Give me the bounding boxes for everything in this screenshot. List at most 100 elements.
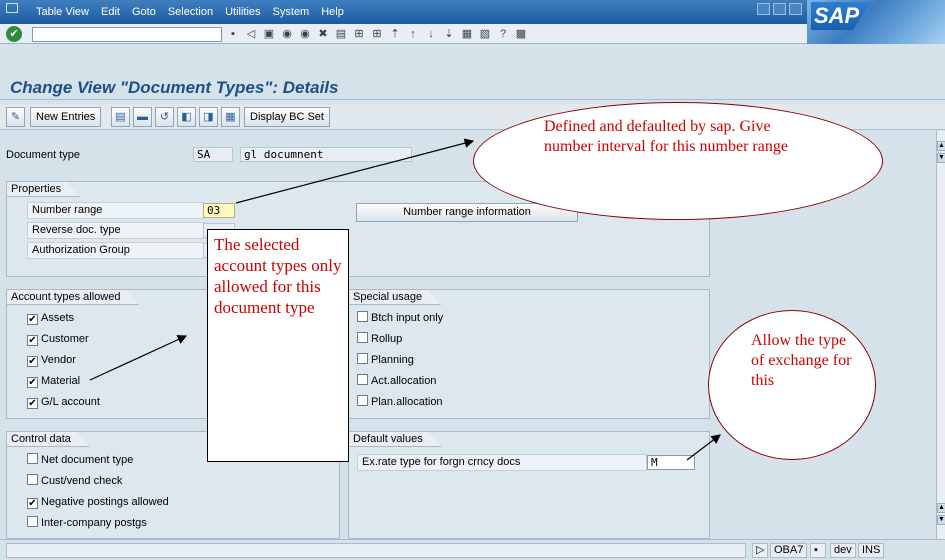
negative-postings-label: Negative postings allowed: [41, 496, 169, 508]
act-allocation-checkbox[interactable]: [357, 374, 368, 385]
authorization-group-label: Authorization Group: [27, 242, 204, 259]
scroll-down-page-icon[interactable]: ▲: [937, 503, 945, 513]
command-field[interactable]: [32, 27, 222, 42]
number-range-label: Number range: [27, 202, 204, 219]
minimize-icon[interactable]: [757, 3, 770, 15]
inter-company-checkbox[interactable]: [27, 516, 38, 527]
scroll-down-icon[interactable]: ▼: [937, 515, 945, 525]
special-usage-group: Special usage Btch input only Rollup Pla…: [348, 289, 710, 419]
checkbox-act-allocation[interactable]: Act.allocation: [357, 373, 436, 389]
menu-utilities[interactable]: Utilities: [225, 6, 260, 18]
first-page-icon[interactable]: ⇡: [388, 27, 402, 41]
menu-system[interactable]: System: [273, 6, 310, 18]
checkbox-cust-vend-check[interactable]: Cust/vend check: [27, 473, 122, 489]
cust-vend-check-checkbox[interactable]: [27, 474, 38, 485]
checkbox-negative-postings[interactable]: ✔ Negative postings allowed: [27, 494, 169, 510]
checkbox-material[interactable]: ✔ Material: [27, 373, 80, 389]
menu-goto[interactable]: Goto: [132, 6, 156, 18]
checkbox-customer[interactable]: ✔ Customer: [27, 331, 89, 347]
status-triangle-icon[interactable]: ▷: [752, 543, 768, 558]
system-menu-icon[interactable]: [6, 3, 18, 13]
find-icon[interactable]: ⊞: [352, 27, 366, 41]
menu-help[interactable]: Help: [321, 6, 344, 18]
batch-input-checkbox[interactable]: [357, 311, 368, 322]
document-type-description[interactable]: gl documnent: [240, 147, 412, 162]
find-next-icon[interactable]: ⊞: [370, 27, 384, 41]
menu-table-view[interactable]: Table View: [36, 6, 89, 18]
reverse-doc-type-label: Reverse doc. type: [27, 222, 204, 239]
new-entries-button[interactable]: New Entries: [30, 107, 102, 127]
special-usage-title: Special usage: [348, 289, 441, 305]
checkbox-inter-company[interactable]: Inter-company postgs: [27, 515, 147, 531]
previous-page-icon[interactable]: ↑: [406, 27, 420, 41]
menu-selection[interactable]: Selection: [168, 6, 213, 18]
customer-checkbox[interactable]: ✔: [27, 335, 38, 346]
checkbox-net-document-type[interactable]: Net document type: [27, 452, 133, 468]
variable-list-icon[interactable]: ▦: [221, 107, 240, 127]
display-change-icon[interactable]: ✎: [6, 107, 25, 127]
rollup-checkbox[interactable]: [357, 332, 368, 343]
cancel-icon[interactable]: ✖: [316, 27, 330, 41]
scroll-up-page-icon[interactable]: ▼: [937, 153, 945, 163]
checkbox-gl-account[interactable]: ✔ G/L account: [27, 394, 100, 410]
planning-label: Planning: [371, 354, 414, 366]
print-icon[interactable]: ▤: [334, 27, 348, 41]
scroll-up-icon[interactable]: ▲: [937, 141, 945, 151]
checkbox-assets[interactable]: ✔ Assets: [27, 310, 74, 326]
checkbox-vendor[interactable]: ✔ Vendor: [27, 352, 76, 368]
customer-label: Customer: [41, 333, 89, 345]
status-bar: ▷ OBA7 ▪ dev INS: [0, 539, 945, 560]
vertical-scrollbar[interactable]: ▲ ▼ ▲ ▼: [936, 131, 945, 539]
number-range-note: Defined and defaulted by sap. Give numbe…: [473, 102, 883, 220]
sap-logo-text: SAP: [811, 2, 871, 30]
checkbox-batch-input[interactable]: Btch input only: [357, 310, 443, 326]
new-session-icon[interactable]: ▦: [460, 27, 474, 41]
last-page-icon[interactable]: ⇣: [442, 27, 456, 41]
vendor-checkbox[interactable]: ✔: [27, 356, 38, 367]
page-title: Change View "Document Types": Details: [10, 78, 339, 97]
planning-checkbox[interactable]: [357, 353, 368, 364]
checkbox-rollup[interactable]: Rollup: [357, 331, 402, 347]
material-checkbox[interactable]: ✔: [27, 377, 38, 388]
prev-icon[interactable]: ◁: [244, 27, 258, 41]
checkbox-planning[interactable]: Planning: [357, 352, 414, 368]
rollup-label: Rollup: [371, 333, 403, 345]
properties-title: Properties: [6, 181, 80, 197]
undo-icon[interactable]: ↺: [155, 107, 174, 127]
ex-rate-type-field[interactable]: M: [647, 455, 695, 470]
save-icon[interactable]: ▣: [262, 27, 276, 41]
menu: Table View Edit Goto Selection Utilities…: [36, 6, 344, 18]
assets-checkbox[interactable]: ✔: [27, 314, 38, 325]
next-entry-icon[interactable]: ◨: [199, 107, 218, 127]
gl-account-checkbox[interactable]: ✔: [27, 398, 38, 409]
exit-icon[interactable]: ◉: [298, 27, 312, 41]
control-data-title: Control data: [6, 431, 90, 447]
next-page-icon[interactable]: ↓: [424, 27, 438, 41]
maximize-icon[interactable]: [773, 3, 786, 15]
number-range-field[interactable]: 03: [203, 203, 235, 218]
help-icon[interactable]: ?: [496, 27, 510, 41]
layout-icon[interactable]: ▩: [514, 27, 528, 41]
delete-icon[interactable]: ▬: [133, 107, 152, 127]
previous-entry-icon[interactable]: ◧: [177, 107, 196, 127]
menu-edit[interactable]: Edit: [101, 6, 120, 18]
display-bc-set-button[interactable]: Display BC Set: [244, 107, 330, 127]
negative-postings-checkbox[interactable]: ✔: [27, 498, 38, 509]
cust-vend-check-label: Cust/vend check: [41, 475, 123, 487]
checkbox-plan-allocation[interactable]: Plan.allocation: [357, 394, 443, 410]
status-session-icon[interactable]: ▪: [810, 543, 826, 558]
status-mode: INS: [858, 543, 885, 558]
default-values-group: Default values Ex.rate type for forgn cr…: [348, 431, 710, 539]
close-icon[interactable]: [789, 3, 802, 15]
account-types-note: The selected account types only allowed …: [207, 229, 349, 462]
inter-company-label: Inter-company postgs: [41, 517, 147, 529]
shortcut-icon[interactable]: ▧: [478, 27, 492, 41]
status-system: dev: [830, 543, 856, 558]
dropdown-icon[interactable]: ▪: [226, 27, 240, 41]
copy-icon[interactable]: ▤: [111, 107, 130, 127]
net-document-type-checkbox[interactable]: [27, 453, 38, 464]
plan-allocation-checkbox[interactable]: [357, 395, 368, 406]
document-type-field[interactable]: SA: [193, 147, 233, 162]
enter-icon[interactable]: ✔: [6, 26, 22, 42]
back-icon[interactable]: ◉: [280, 27, 294, 41]
